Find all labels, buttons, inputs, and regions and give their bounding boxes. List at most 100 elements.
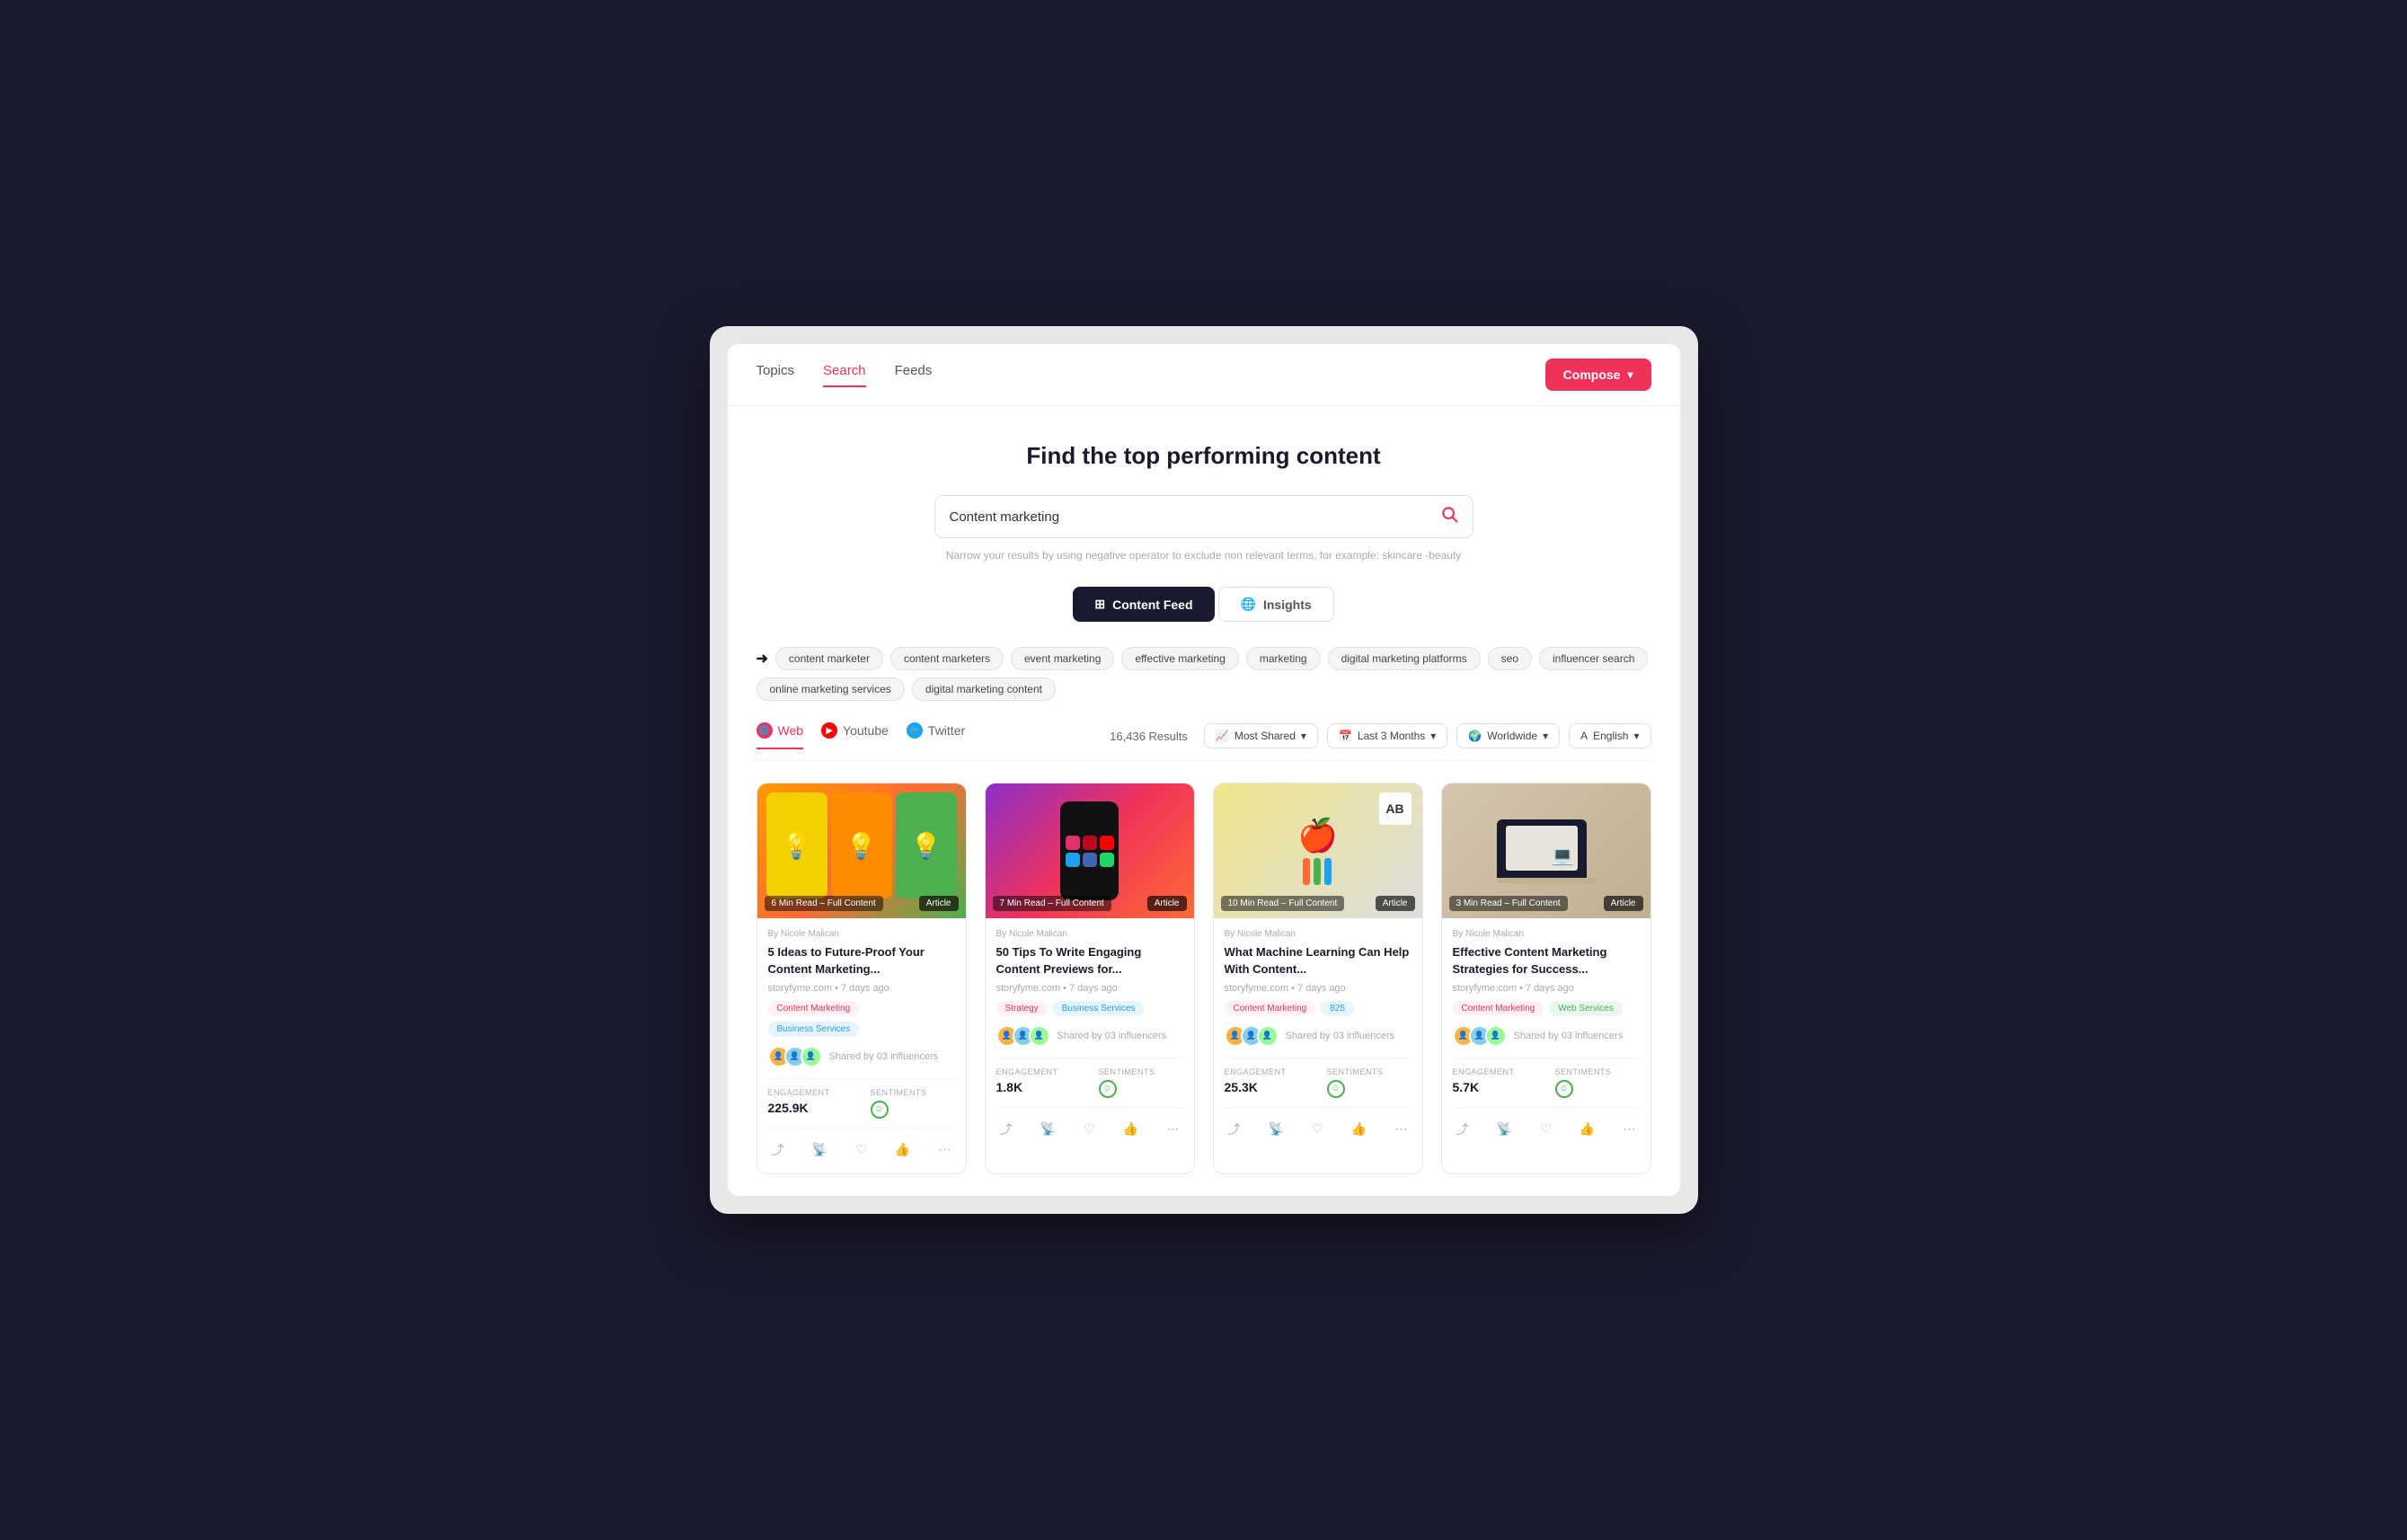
card-1-read-time: 6 Min Read – Full Content (765, 896, 883, 911)
card-4-influencer-text: Shared by 03 influencers (1514, 1031, 1624, 1041)
main-content: Find the top performing content Narrow y… (728, 406, 1680, 1195)
card-2-avatars: 👤 👤 👤 (996, 1025, 1050, 1047)
compose-chevron-icon: ▾ (1627, 368, 1633, 381)
nav-tab-search[interactable]: Search (823, 363, 866, 387)
card-3: 🍎 AB 10 Min Read – Full Content Article (1213, 783, 1423, 1173)
card-3-source: storyfyme.com • 7 days ago (1225, 983, 1411, 994)
tag-content-marketer[interactable]: content marketer (775, 647, 883, 670)
card-1-rss-btn[interactable]: 📡 (809, 1138, 831, 1161)
card-1-author: By Nicole Malican (768, 929, 955, 939)
cards-grid: 💡 💡 💡 6 Min Read – Full Content Article … (757, 783, 1651, 1173)
card-4-tag-1[interactable]: Content Marketing (1453, 1001, 1544, 1016)
language-filter[interactable]: A English ▾ (1569, 723, 1650, 748)
compose-button[interactable]: Compose ▾ (1545, 358, 1651, 391)
card-4-source: storyfyme.com • 7 days ago (1453, 983, 1640, 994)
date-filter[interactable]: 📅 Last 3 Months ▾ (1327, 723, 1447, 748)
card-4-thumbsup-btn[interactable]: 👍 (1576, 1118, 1598, 1140)
card-3-title[interactable]: What Machine Learning Can Help With Cont… (1225, 944, 1411, 977)
card-2-rss-btn[interactable]: 📡 (1037, 1118, 1059, 1140)
card-3-tags: Content Marketing 825 (1225, 1001, 1411, 1016)
app-icons-grid (1066, 836, 1114, 867)
card-3-heart-btn[interactable]: ♡ (1308, 1118, 1327, 1140)
card-3-influencers: 👤 👤 👤 Shared by 03 influencers (1225, 1025, 1411, 1047)
card-4-rss-btn[interactable]: 📡 (1493, 1118, 1516, 1140)
card-2-more-btn[interactable]: ⋯ (1164, 1118, 1183, 1140)
card-1-thumbsup-btn[interactable]: 👍 (891, 1138, 914, 1161)
card-3-more-btn[interactable]: ⋯ (1392, 1118, 1411, 1140)
pencil-row (1303, 858, 1332, 885)
tag-seo[interactable]: seo (1488, 647, 1532, 670)
tag-content-marketers[interactable]: content marketers (890, 647, 1004, 670)
card-2: 7 Min Read – Full Content Article By Nic… (985, 783, 1195, 1173)
source-tab-youtube[interactable]: ▶ Youtube (821, 722, 889, 749)
pencil-2 (1314, 858, 1321, 885)
card-2-share-btn[interactable]: ⤴ (996, 1117, 1016, 1142)
card-4-tag-2[interactable]: Web Services (1549, 1001, 1623, 1016)
tag-influencer-search[interactable]: influencer search (1539, 647, 1648, 670)
content-feed-tab[interactable]: ⊞ Content Feed (1073, 587, 1214, 622)
avatar-12: 👤 (1485, 1025, 1507, 1047)
tag-digital-marketing-content[interactable]: digital marketing content (912, 677, 1056, 701)
view-tabs: ⊞ Content Feed 🌐 Insights (757, 587, 1651, 622)
card-4-heart-btn[interactable]: ♡ (1536, 1118, 1555, 1140)
card-3-share-btn[interactable]: ⤴ (1225, 1117, 1244, 1142)
source-tab-web[interactable]: 🌐 Web (757, 722, 804, 749)
card-3-tag-2[interactable]: 825 (1321, 1001, 1354, 1016)
insights-icon: 🌐 (1241, 597, 1256, 612)
card-3-thumbsup-btn[interactable]: 👍 (1348, 1118, 1370, 1140)
globe-icon: 🌍 (1468, 730, 1482, 742)
instagram-icon (1066, 836, 1080, 850)
card-4-author: By Nicole Malican (1453, 929, 1640, 939)
card-2-title[interactable]: 50 Tips To Write Engaging Content Previe… (996, 944, 1183, 977)
card-1-heart-btn[interactable]: ♡ (852, 1138, 871, 1161)
insights-tab[interactable]: 🌐 Insights (1218, 587, 1334, 622)
tags-row: ➜ content marketer content marketers eve… (757, 647, 1651, 701)
card-2-thumbsup-btn[interactable]: 👍 (1119, 1118, 1142, 1140)
card-4-more-btn[interactable]: ⋯ (1620, 1118, 1640, 1140)
nav-tab-topics[interactable]: Topics (757, 363, 795, 387)
card-4-tags: Content Marketing Web Services (1453, 1001, 1640, 1016)
card-1-tag-1[interactable]: Content Marketing (768, 1001, 860, 1016)
card-2-tag-2[interactable]: Business Services (1053, 1001, 1145, 1016)
sentiment-smile-icon-3: ☺ (1327, 1080, 1345, 1098)
tag-effective-marketing[interactable]: effective marketing (1121, 647, 1239, 670)
nav-tab-feeds[interactable]: Feeds (895, 363, 933, 387)
card-2-engagement: ENGAGEMENT 1.8K (996, 1067, 1081, 1098)
card-1-body: By Nicole Malican 5 Ideas to Future-Proo… (757, 918, 966, 1173)
apple-icon: 🍎 (1297, 817, 1338, 854)
twitter-icon: 🐦 (907, 722, 923, 739)
calendar-icon: 📅 (1339, 730, 1352, 742)
source-tabs: 🌐 Web ▶ Youtube 🐦 Twitter (757, 722, 966, 749)
card-1-share-btn[interactable]: ⤴ (768, 1137, 788, 1163)
date-chevron-icon: ▾ (1430, 730, 1436, 742)
card-1: 💡 💡 💡 6 Min Read – Full Content Article … (757, 783, 967, 1173)
tag-digital-marketing-platforms[interactable]: digital marketing platforms (1328, 647, 1481, 670)
card-4-share-btn[interactable]: ⤴ (1453, 1117, 1473, 1142)
card-4-badge: Article (1604, 896, 1643, 911)
search-button[interactable] (1440, 505, 1458, 528)
tag-event-marketing[interactable]: event marketing (1011, 647, 1114, 670)
card-1-tag-2[interactable]: Business Services (768, 1022, 860, 1037)
card-1-influencers: 👤 👤 👤 Shared by 03 influencers (768, 1046, 955, 1067)
card-1-more-btn[interactable]: ⋯ (935, 1138, 955, 1161)
source-tab-twitter[interactable]: 🐦 Twitter (907, 722, 965, 749)
tag-online-marketing-services[interactable]: online marketing services (757, 677, 905, 701)
search-input[interactable] (950, 509, 1440, 525)
results-count: 16,436 Results (1110, 730, 1188, 743)
card-2-metrics: ENGAGEMENT 1.8K SENTIMENTS ☺ (996, 1058, 1183, 1108)
card-4-read-time: 3 Min Read – Full Content (1449, 896, 1568, 911)
location-filter[interactable]: 🌍 Worldwide ▾ (1456, 723, 1560, 748)
card-1-metrics: ENGAGEMENT 225.9K SENTIMENTS ☺ (768, 1078, 955, 1128)
card-1-title[interactable]: 5 Ideas to Future-Proof Your Content Mar… (768, 944, 955, 977)
card-3-rss-btn[interactable]: 📡 (1265, 1118, 1288, 1140)
card-4-avatars: 👤 👤 👤 (1453, 1025, 1507, 1047)
tag-marketing[interactable]: marketing (1246, 647, 1321, 670)
card-2-heart-btn[interactable]: ♡ (1080, 1118, 1099, 1140)
card-1-influencer-text: Shared by 03 influencers (829, 1051, 939, 1062)
card-2-source: storyfyme.com • 7 days ago (996, 983, 1183, 994)
nav-tabs: Topics Search Feeds (757, 363, 933, 387)
card-3-tag-1[interactable]: Content Marketing (1225, 1001, 1316, 1016)
card-4-title[interactable]: Effective Content Marketing Strategies f… (1453, 944, 1640, 977)
most-shared-filter[interactable]: 📈 Most Shared ▾ (1204, 723, 1318, 748)
card-2-tag-1[interactable]: Strategy (996, 1001, 1048, 1016)
